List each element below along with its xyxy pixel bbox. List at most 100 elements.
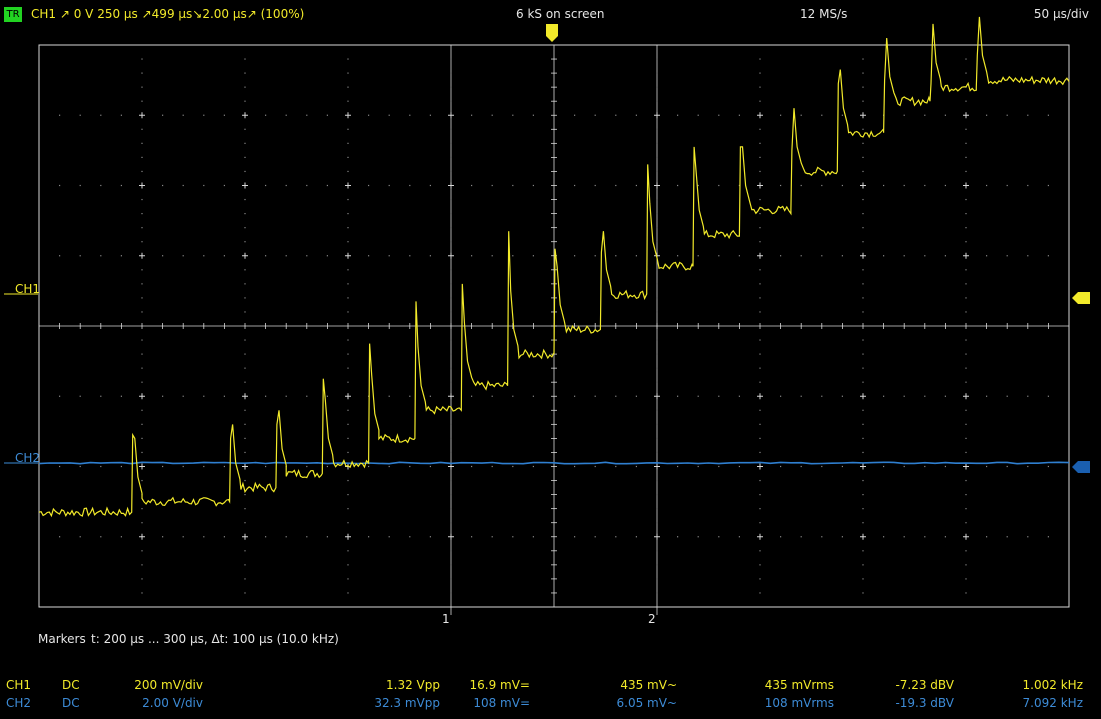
meas-vpp: 1.32 Vpp — [386, 678, 440, 692]
grid-dot — [223, 395, 225, 397]
marker-1-label[interactable]: 1 — [442, 612, 450, 626]
grid-dot — [532, 255, 534, 257]
grid-dot — [182, 536, 184, 538]
grid-dot — [656, 353, 658, 355]
grid-dot — [759, 451, 761, 454]
grid-dot — [100, 536, 102, 538]
grid-dot — [141, 283, 143, 285]
grid-dot — [656, 451, 658, 454]
grid-dot — [862, 170, 864, 173]
grid-dot — [759, 508, 761, 510]
meas-coupling[interactable]: DC — [62, 678, 80, 692]
trigger-position-marker[interactable] — [546, 24, 558, 42]
grid-dot — [347, 592, 349, 594]
grid-dot — [965, 213, 967, 215]
grid-dot — [883, 536, 885, 538]
marker-2-label[interactable]: 2 — [648, 612, 656, 626]
ch2-label[interactable]: CH2 — [15, 451, 40, 465]
grid-dot — [244, 494, 246, 496]
grid-dot — [450, 100, 452, 102]
grid-dot — [615, 255, 617, 257]
grid-dot — [965, 269, 967, 271]
markers-title: Markers — [38, 632, 86, 646]
grid-dot — [265, 536, 267, 538]
grid-dot — [141, 564, 143, 566]
grid-dot — [450, 451, 452, 454]
grid-dot — [656, 128, 658, 130]
grid-dot — [512, 536, 514, 538]
grid-dot — [965, 283, 967, 285]
grid-dot — [1006, 184, 1008, 187]
grid-dot — [738, 114, 740, 116]
grid-dot — [759, 339, 761, 341]
grid-dot — [944, 536, 946, 538]
grid-dot — [738, 255, 740, 257]
grid-dot — [59, 465, 61, 468]
grid-dot — [862, 86, 864, 88]
grid-dot — [965, 550, 967, 552]
ch2-offset-marker[interactable] — [1072, 461, 1090, 473]
grid-dot — [244, 437, 246, 439]
grid-dot — [265, 114, 267, 116]
grid-dot — [491, 184, 493, 187]
grid-dot — [306, 465, 308, 468]
grid-dot — [759, 128, 761, 130]
meas-coupling[interactable]: DC — [62, 696, 80, 710]
grid-dot — [450, 508, 452, 510]
grid-dot — [326, 255, 328, 257]
grid-dot — [532, 536, 534, 538]
grid-dot — [903, 255, 905, 257]
meas-dbv: -19.3 dBV — [895, 696, 954, 710]
grid-dot — [429, 465, 431, 468]
grid-dot — [244, 58, 246, 60]
grid-dot — [141, 297, 143, 299]
ch1-trigger-level-marker[interactable] — [1072, 292, 1090, 304]
grid-dot — [368, 465, 370, 468]
grid-dot — [677, 114, 679, 116]
grid-dot — [532, 184, 534, 187]
grid-dot — [141, 58, 143, 60]
grid-dot — [862, 522, 864, 524]
meas-scale[interactable]: 2.00 V/div — [142, 696, 203, 710]
grid-dot — [697, 465, 699, 468]
ch1-label[interactable]: CH1 — [15, 282, 40, 296]
grid-dot — [388, 184, 390, 187]
grid-dot — [821, 536, 823, 538]
grid-dot — [347, 494, 349, 496]
grid-dot — [141, 72, 143, 74]
grid-dot — [759, 213, 761, 215]
grid-dot — [862, 339, 864, 341]
grid-dot — [347, 367, 349, 369]
grid-dot — [471, 536, 473, 538]
grid-dot — [347, 409, 349, 411]
grid-dot — [141, 367, 143, 369]
scope-display[interactable] — [0, 0, 1101, 719]
grid-dot — [1006, 395, 1008, 397]
grid-dot — [821, 184, 823, 187]
grid-dot — [800, 184, 802, 187]
meas-channel[interactable]: CH2 — [6, 696, 31, 710]
grid-dot — [141, 479, 143, 482]
grid-dot — [347, 170, 349, 173]
grid-dot — [965, 198, 967, 201]
meas-scale[interactable]: 200 mV/div — [134, 678, 203, 692]
grid-dot — [759, 269, 761, 271]
grid-dot — [759, 297, 761, 299]
meas-dbv: -7.23 dBV — [895, 678, 954, 692]
grid-dot — [223, 114, 225, 116]
grid-dot — [347, 142, 349, 144]
grid-dot — [965, 564, 967, 566]
grid-dot — [903, 114, 905, 116]
grid-dot — [429, 114, 431, 116]
grid-dot — [59, 255, 61, 257]
meas-channel[interactable]: CH1 — [6, 678, 31, 692]
grid-dot — [615, 184, 617, 187]
grid-dot — [450, 564, 452, 566]
grid-dot — [244, 72, 246, 74]
grid-dot — [450, 269, 452, 271]
grid-dot — [491, 536, 493, 538]
grid-dot — [924, 465, 926, 468]
grid-dot — [965, 381, 967, 383]
grid-dot — [759, 72, 761, 74]
grid-dot — [79, 536, 81, 538]
